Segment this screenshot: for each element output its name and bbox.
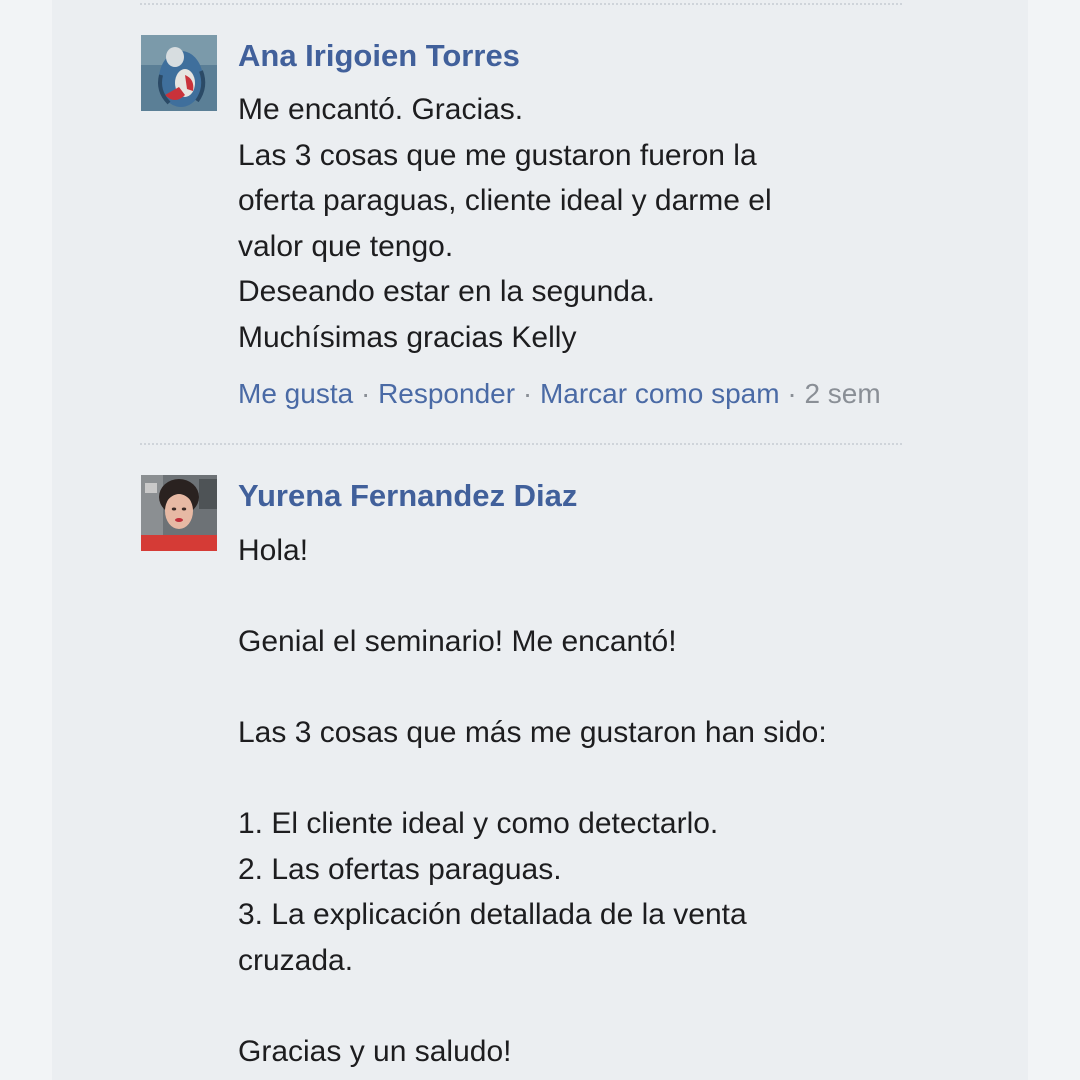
comment-author[interactable]: Ana Irigoien Torres bbox=[238, 38, 520, 74]
comment-line: Muchísimas gracias Kelly bbox=[238, 320, 577, 354]
comment-line bbox=[238, 665, 918, 711]
comment-author[interactable]: Yurena Fernandez Diaz bbox=[238, 478, 577, 514]
like-link[interactable]: Me gusta bbox=[238, 378, 353, 409]
comment-body: Me encantó. Gracias. Las 3 cosas que me … bbox=[238, 87, 918, 360]
comment-line bbox=[238, 983, 918, 1029]
comment-line: cruzada. bbox=[238, 943, 354, 977]
comment-line: oferta paraguas, cliente ideal y darme e… bbox=[238, 184, 772, 217]
comment-line: Deseando estar en la segunda. bbox=[238, 275, 655, 308]
avatar[interactable] bbox=[141, 35, 217, 111]
comment-line bbox=[238, 756, 918, 802]
comment-line: 2. Las ofertas paraguas. bbox=[238, 852, 562, 886]
comment-line: 3. La explicación detallada de la venta bbox=[238, 898, 747, 931]
comment-line: Las 3 cosas que más me gustaron han sido… bbox=[238, 716, 827, 749]
comment-line: Me encantó. Gracias. bbox=[238, 93, 524, 126]
comment-line: Las 3 cosas que me gustaron fueron la bbox=[238, 138, 757, 172]
mark-spam-link[interactable]: Marcar como spam bbox=[540, 378, 780, 409]
comment-line bbox=[238, 574, 918, 620]
reply-link[interactable]: Responder bbox=[378, 378, 515, 409]
separator: · bbox=[360, 378, 371, 409]
comment-line: 1. El cliente ideal y como detectarlo. bbox=[238, 807, 719, 840]
comment-divider bbox=[140, 3, 902, 5]
avatar[interactable] bbox=[141, 475, 217, 551]
comment-body: Hola! Genial el seminario! Me encantó! L… bbox=[238, 528, 918, 1074]
separator: · bbox=[787, 378, 797, 409]
photo-avatar-icon bbox=[141, 475, 217, 551]
comment-divider bbox=[140, 443, 902, 445]
separator: · bbox=[522, 378, 533, 409]
painting-avatar-icon bbox=[141, 35, 217, 111]
comment-line: Genial el seminario! Me encantó! bbox=[238, 625, 677, 658]
comment-timestamp[interactable]: 2 sem bbox=[804, 378, 880, 409]
comment-line: Gracias y un saludo! bbox=[238, 1034, 512, 1068]
comment-actions: Me gusta · Responder · Marcar como spam … bbox=[238, 377, 881, 411]
comment-line: Hola! bbox=[238, 534, 309, 567]
comment-line: valor que tengo. bbox=[238, 229, 454, 263]
